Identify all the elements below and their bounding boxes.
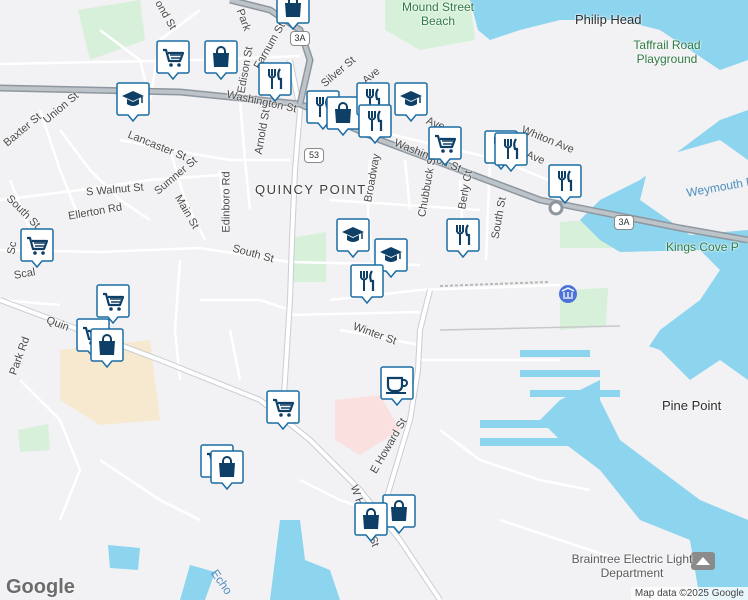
poi-label: Braintree Electric Light Department [571,552,693,580]
map-pin-restaurant[interactable] [446,218,480,258]
map-pin-shopping-cart[interactable] [20,228,54,268]
route-shield: 53 [304,148,324,163]
map-pin-shopping-bag[interactable] [90,328,124,368]
map-pin-coffee[interactable] [380,366,414,406]
map-pin-school[interactable] [394,82,428,122]
map-pin-school[interactable] [116,82,150,122]
map-pin-shopping-bag[interactable] [326,96,360,136]
map-pin-shopping-cart[interactable] [156,40,190,80]
map-pin-restaurant[interactable] [350,264,384,304]
street-label: Edinboro Rd [220,171,233,233]
map-pin-shopping-bag[interactable] [210,450,244,490]
route-shield: 3A [614,215,634,230]
park-label: Mound Street Beach [401,0,475,28]
street-label: Sc [5,240,20,256]
place-label: Pine Point [662,398,722,413]
map-pin-shopping-bag[interactable] [204,40,238,80]
map-pin-shopping-bag[interactable] [354,502,388,542]
area-label: QUINCY POINT [255,182,367,197]
map-pin-restaurant[interactable] [258,62,292,102]
place-label: Philip Head [575,12,642,27]
map-pin-shopping-cart[interactable] [428,126,462,166]
map-pin-shopping-bag[interactable] [276,0,310,30]
route-shield: 3A [290,31,310,46]
park-label: Kings Cove P [666,240,739,254]
map-pin-restaurant[interactable] [358,104,392,144]
map-pin-restaurant[interactable] [548,164,582,204]
map-pin-school[interactable] [336,218,370,258]
google-logo: Google [6,576,75,598]
map-attribution[interactable]: Map data ©2025 Google [630,587,748,600]
map-pin-restaurant[interactable] [494,132,528,172]
map-canvas[interactable]: 3A 53 3A QUINCY POINT Philip Head Pine P… [0,0,748,600]
park-label: Taffrail Road Playground [633,38,701,66]
map-pin-shopping-cart[interactable] [266,390,300,430]
